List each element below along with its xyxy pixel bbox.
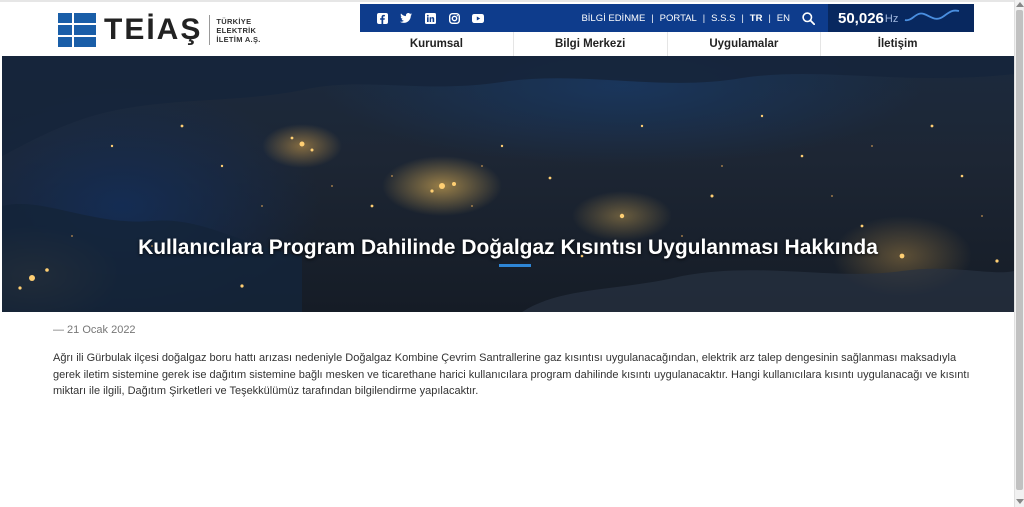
sss-link[interactable]: S.S.S: [705, 13, 741, 24]
nav-kurumsal[interactable]: Kurumsal: [360, 32, 514, 56]
language-en-link[interactable]: EN: [771, 13, 796, 24]
hero-banner: Kullanıcılara Program Dahilinde Doğalgaz…: [2, 56, 1014, 312]
logo-wordmark: TEİAŞ: [104, 13, 203, 46]
search-icon[interactable]: [802, 11, 816, 25]
twitter-icon[interactable]: [400, 12, 412, 24]
nav-uygulamalar[interactable]: Uygulamalar: [668, 32, 822, 56]
frequency-value: 50,026: [838, 9, 884, 27]
social-links: [376, 12, 496, 24]
site-header: TEİAŞ TÜRKİYE ELEKTRİK İLETİM A.Ş. BİLGİ…: [0, 0, 1014, 58]
language-tr-link[interactable]: TR: [744, 13, 769, 24]
logo-subtitle-line2: ELEKTRİK: [216, 25, 257, 35]
top-utility-bar: BİLGİ EDİNME | PORTAL | S.S.S | TR | EN: [360, 4, 828, 32]
title-accent-line: [499, 264, 531, 267]
article-title: Kullanıcılara Program Dahilinde Doğalgaz…: [138, 236, 878, 259]
utility-links: BİLGİ EDİNME | PORTAL | S.S.S | TR | EN: [575, 11, 816, 25]
nav-iletisim[interactable]: İletişim: [821, 32, 974, 56]
night-map-image: [2, 56, 1014, 312]
article-date: — 21 Ocak 2022: [53, 324, 136, 336]
logo-subtitle: TÜRKİYE ELEKTRİK İLETİM A.Ş.: [216, 17, 260, 44]
teias-logo[interactable]: TEİAŞ TÜRKİYE ELEKTRİK İLETİM A.Ş.: [58, 13, 261, 47]
main-navigation: Kurumsal Bilgi Merkezi Uygulamalar İleti…: [360, 32, 974, 58]
logo-subtitle-line1: TÜRKİYE: [216, 16, 252, 26]
frequency-wave-icon: [904, 8, 960, 29]
logo-divider: [209, 15, 211, 45]
linkedin-icon[interactable]: [424, 12, 436, 24]
portal-link[interactable]: PORTAL: [654, 13, 703, 24]
facebook-icon[interactable]: [376, 12, 388, 24]
scroll-up-icon[interactable]: [1016, 2, 1024, 7]
scroll-down-icon[interactable]: [1016, 499, 1024, 504]
instagram-icon[interactable]: [448, 12, 460, 24]
youtube-icon[interactable]: [472, 12, 484, 24]
frequency-unit: Hz: [884, 13, 899, 25]
scroll-thumb[interactable]: [1016, 10, 1023, 490]
logo-subtitle-line3: İLETİM A.Ş.: [216, 34, 261, 44]
nav-bilgi-merkezi[interactable]: Bilgi Merkezi: [514, 32, 668, 56]
grid-frequency-widget[interactable]: 50,026 Hz: [828, 4, 974, 32]
logo-mark-icon: [58, 13, 96, 47]
vertical-scrollbar[interactable]: [1014, 0, 1024, 507]
bilgi-edinme-link[interactable]: BİLGİ EDİNME: [575, 13, 651, 24]
page: TEİAŞ TÜRKİYE ELEKTRİK İLETİM A.Ş. BİLGİ…: [0, 0, 1014, 507]
article-body: Ağrı ili Gürbulak ilçesi doğalgaz boru h…: [53, 352, 970, 397]
